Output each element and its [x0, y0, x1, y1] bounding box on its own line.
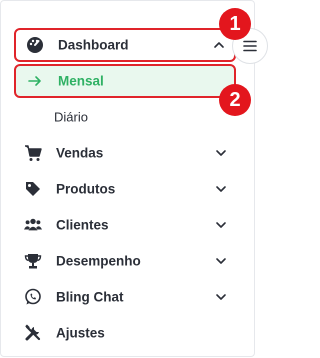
users-icon [24, 216, 42, 234]
bling-chat-label: Bling Chat [56, 289, 124, 305]
hamburger-icon [243, 40, 257, 52]
sidebar-item-produtos[interactable]: Produtos [14, 172, 236, 206]
sidebar-item-clientes[interactable]: Clientes [14, 208, 236, 242]
sidebar-item-desempenho[interactable]: Desempenho [14, 244, 236, 278]
produtos-label: Produtos [56, 181, 116, 197]
tag-icon [24, 180, 42, 198]
chevron-down-icon [216, 186, 226, 192]
diario-label: Diário [54, 109, 88, 125]
tools-icon [24, 324, 42, 342]
dashboard-label: Dashboard [58, 37, 129, 53]
dashboard-gauge-icon [26, 36, 44, 54]
chevron-up-icon [214, 42, 224, 48]
sidebar-item-ajustes[interactable]: Ajustes [14, 316, 236, 350]
sidebar-item-dashboard[interactable]: Dashboard [14, 28, 236, 62]
annotation-badge-1: 1 [219, 8, 251, 40]
sidebar-subitem-mensal[interactable]: Mensal [14, 64, 236, 98]
chevron-down-icon [216, 150, 226, 156]
trophy-icon [24, 252, 42, 270]
chevron-down-icon [216, 258, 226, 264]
whatsapp-icon [24, 288, 42, 306]
vendas-label: Vendas [56, 145, 104, 161]
ajustes-label: Ajustes [56, 325, 105, 341]
chevron-down-icon [216, 294, 226, 300]
desempenho-label: Desempenho [56, 253, 141, 269]
mensal-label: Mensal [58, 73, 104, 89]
sidebar-item-bling-chat[interactable]: Bling Chat [14, 280, 236, 314]
chevron-down-icon [216, 222, 226, 228]
sidebar-subitem-diario[interactable]: Diário [14, 100, 236, 134]
annotation-badge-2: 2 [219, 84, 251, 116]
arrow-right-icon [26, 72, 44, 90]
sidebar-item-vendas[interactable]: Vendas [14, 136, 236, 170]
shopping-cart-icon [24, 144, 42, 162]
clientes-label: Clientes [56, 217, 109, 233]
